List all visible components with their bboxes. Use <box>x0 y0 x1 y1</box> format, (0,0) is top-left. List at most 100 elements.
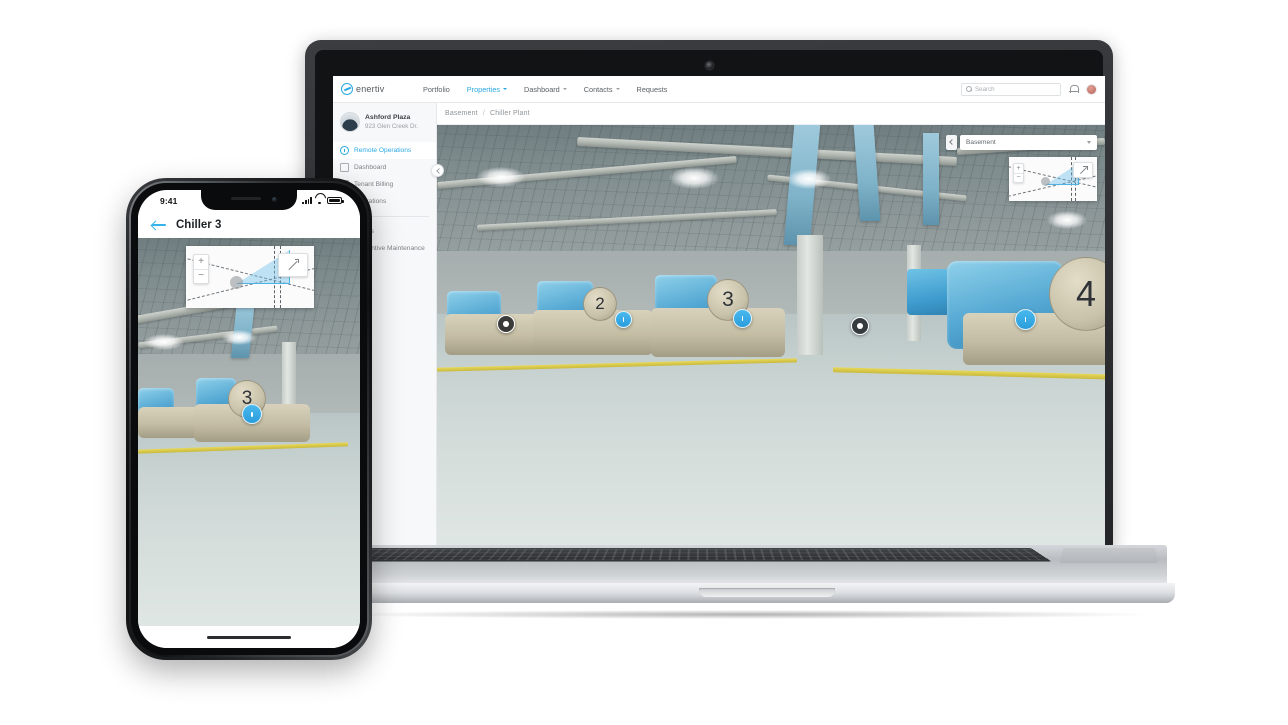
sidebar-collapse-button[interactable] <box>431 164 444 177</box>
gauge-icon <box>340 146 349 155</box>
ceiling-lamp <box>1047 211 1087 229</box>
phone-panorama-viewer[interactable]: 3 + − <box>138 238 360 626</box>
search-input[interactable]: Search <box>961 82 1061 96</box>
nav-label: Portfolio <box>423 84 450 94</box>
equipment-pin-4[interactable] <box>1015 309 1036 330</box>
breadcrumb-parent[interactable]: Basement <box>445 110 478 117</box>
laptop-lid: enertiv Portfolio Properties Dashboard C… <box>305 40 1113 550</box>
search-placeholder: Search <box>975 85 995 93</box>
property-address: 923 Glen Creek Dr. <box>365 122 418 130</box>
page-title: Chiller 3 <box>176 219 222 231</box>
minimap-expand-button[interactable] <box>278 253 308 277</box>
cellular-signal-icon <box>302 197 312 204</box>
sidebar-item-label: Remote Operations <box>354 147 412 154</box>
floor-dropdown[interactable]: Basement <box>960 135 1097 150</box>
laptop-bezel: enertiv Portfolio Properties Dashboard C… <box>315 50 1105 546</box>
sidebar-item-remote-operations[interactable]: Remote Operations <box>333 142 436 159</box>
air-duct <box>923 133 939 225</box>
minimap-zoom-out-button[interactable]: − <box>1014 172 1023 183</box>
equipment-pin-2[interactable] <box>615 311 632 328</box>
minimap-zoom-in-button[interactable]: + <box>194 255 208 269</box>
breadcrumb-bar: Basement / Chiller Plant <box>333 103 1105 125</box>
ceiling-lamp <box>787 169 831 189</box>
chevron-down-icon <box>503 88 508 90</box>
minimap-zoom-controls: + − <box>193 254 209 284</box>
navigation-waypoint[interactable] <box>497 315 515 333</box>
chiller-unit: 4 <box>907 253 1105 365</box>
support-column <box>797 235 823 355</box>
chevron-down-icon <box>1087 141 1091 144</box>
property-header[interactable]: Ashford Plaza 923 Glen Creek Dr. <box>333 103 436 142</box>
trackpad <box>1059 548 1159 564</box>
floor-dropdown-value: Basement <box>966 139 996 146</box>
building-globe-icon <box>340 112 360 132</box>
expand-arrow-icon <box>287 259 299 271</box>
status-indicators <box>302 197 344 204</box>
equipment-pin-3[interactable] <box>733 309 752 328</box>
top-bar-actions: Search <box>961 82 1097 96</box>
laptop-base <box>350 545 1175 603</box>
floor-panel-collapse-button[interactable] <box>946 135 957 150</box>
nav-item-requests[interactable]: Requests <box>637 85 668 94</box>
front-camera-icon <box>272 196 277 202</box>
equipment-pin-3[interactable] <box>242 404 262 424</box>
minimap-zoom-out-button[interactable]: − <box>194 268 208 284</box>
floorplan-minimap[interactable]: + − <box>1009 157 1097 201</box>
earpiece-speaker <box>231 197 261 200</box>
nav-item-properties[interactable]: Properties <box>466 84 508 94</box>
chevron-down-icon <box>615 88 620 90</box>
back-arrow-icon[interactable] <box>152 220 166 230</box>
avatar[interactable] <box>1086 83 1097 95</box>
minimap-expand-button[interactable] <box>1073 162 1093 178</box>
nav-item-dashboard[interactable]: Dashboard <box>524 85 567 94</box>
minimap-zoom-controls: + − <box>1013 163 1024 183</box>
current-position-dot <box>230 276 243 289</box>
nav-label: Properties <box>466 84 501 94</box>
navigation-waypoint[interactable] <box>851 317 869 335</box>
laptop-front-edge <box>359 583 1175 603</box>
keyboard <box>350 548 1052 562</box>
nav-label: Contacts <box>583 84 613 94</box>
home-indicator-bar[interactable] <box>207 635 291 639</box>
chevron-down-icon <box>562 88 567 90</box>
phone-notch <box>201 190 297 210</box>
laptop-screen: enertiv Portfolio Properties Dashboard C… <box>333 76 1105 546</box>
floor-selector: Basement <box>946 135 1097 150</box>
bell-icon[interactable] <box>1069 84 1079 94</box>
laptop-deck <box>350 545 1167 585</box>
nav-item-contacts[interactable]: Contacts <box>584 85 620 94</box>
nav-item-portfolio[interactable]: Portfolio <box>423 85 450 94</box>
webcam-icon <box>705 62 713 69</box>
laptop-shadow <box>345 610 1145 619</box>
breadcrumb-current: Chiller Plant <box>490 110 530 117</box>
phone-frame: 9:41 Chiller 3 3 + − <box>126 178 372 660</box>
ceiling-lamp <box>669 167 719 189</box>
chiller-unit: 3 <box>651 273 785 357</box>
laptop-device: enertiv Portfolio Properties Dashboard C… <box>305 40 1185 619</box>
phone-screen: 9:41 Chiller 3 3 + − <box>138 190 360 648</box>
search-icon <box>966 86 973 93</box>
chiller-unit: 2 <box>533 277 653 355</box>
expand-arrow-icon <box>1079 165 1088 175</box>
floorplan-minimap[interactable]: + − <box>186 246 314 308</box>
status-time: 9:41 <box>160 196 178 206</box>
chiller-number-label: 2 <box>595 294 605 313</box>
nav-label: Requests <box>636 84 668 94</box>
panorama-viewer[interactable]: 2 3 4 Basement + − <box>437 125 1105 546</box>
main-nav: Portfolio Properties Dashboard Contacts <box>423 85 667 94</box>
enertiv-circle-e-logo-icon <box>341 83 353 95</box>
nav-label: Dashboard <box>524 84 560 94</box>
breadcrumb: Basement / Chiller Plant <box>445 110 530 117</box>
brand-logo[interactable]: enertiv <box>341 83 415 95</box>
phone-device: 9:41 Chiller 3 3 + − <box>118 168 380 668</box>
phone-body: 9:41 Chiller 3 3 + − <box>131 183 367 655</box>
top-navigation-bar: enertiv Portfolio Properties Dashboard C… <box>333 76 1105 103</box>
brand-name: enertiv <box>356 84 385 94</box>
chiller-number-label: 4 <box>1075 273 1097 314</box>
wifi-icon <box>315 197 324 204</box>
ceiling-lamp <box>144 334 184 350</box>
battery-full-icon <box>327 197 344 204</box>
minimap-zoom-in-button[interactable]: + <box>1014 164 1023 173</box>
breadcrumb-separator: / <box>482 110 485 117</box>
ceiling-lamp <box>477 167 525 187</box>
